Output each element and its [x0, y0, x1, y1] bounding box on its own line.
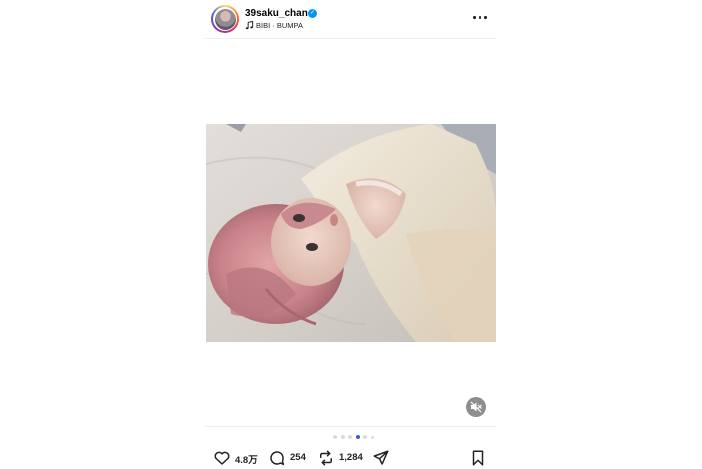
repost-icon[interactable]: [317, 449, 335, 467]
carousel-dot-active: [355, 435, 360, 439]
header-divider: [205, 38, 497, 39]
comment-icon[interactable]: [268, 449, 286, 467]
more-options-icon[interactable]: [471, 10, 489, 24]
repost-count[interactable]: 1,284: [339, 452, 363, 463]
username[interactable]: 39saku_chan: [245, 8, 308, 19]
post-card: 39saku_chan ✓ BIBI · BUMPA 4.8万 254 1,28…: [205, 0, 497, 468]
carousel-dot: [333, 435, 337, 439]
carousel-dot: [370, 435, 374, 439]
share-icon[interactable]: [372, 449, 390, 467]
action-bar: 4.8万 254 1,284: [205, 447, 497, 469]
mute-button[interactable]: [466, 397, 486, 417]
carousel-dot: [363, 435, 367, 439]
like-count[interactable]: 4.8万: [235, 452, 258, 466]
speaker-muted-icon: [470, 401, 482, 413]
avatar-image: [214, 8, 236, 30]
heart-icon[interactable]: [213, 449, 231, 467]
verified-badge-icon: ✓: [308, 9, 317, 18]
music-note-icon: [245, 21, 254, 30]
media-divider: [205, 426, 497, 427]
bookmark-icon[interactable]: [469, 449, 487, 467]
comment-count[interactable]: 254: [290, 452, 306, 463]
avatar[interactable]: [213, 7, 237, 31]
carousel-dot: [340, 435, 345, 439]
post-header: 39saku_chan ✓ BIBI · BUMPA: [205, 0, 497, 38]
music-label[interactable]: BIBI · BUMPA: [256, 21, 303, 30]
post-photo[interactable]: [206, 124, 496, 342]
avatar-story-ring[interactable]: [211, 5, 239, 33]
selfie-photo: [206, 124, 496, 342]
carousel-dot: [348, 435, 352, 439]
